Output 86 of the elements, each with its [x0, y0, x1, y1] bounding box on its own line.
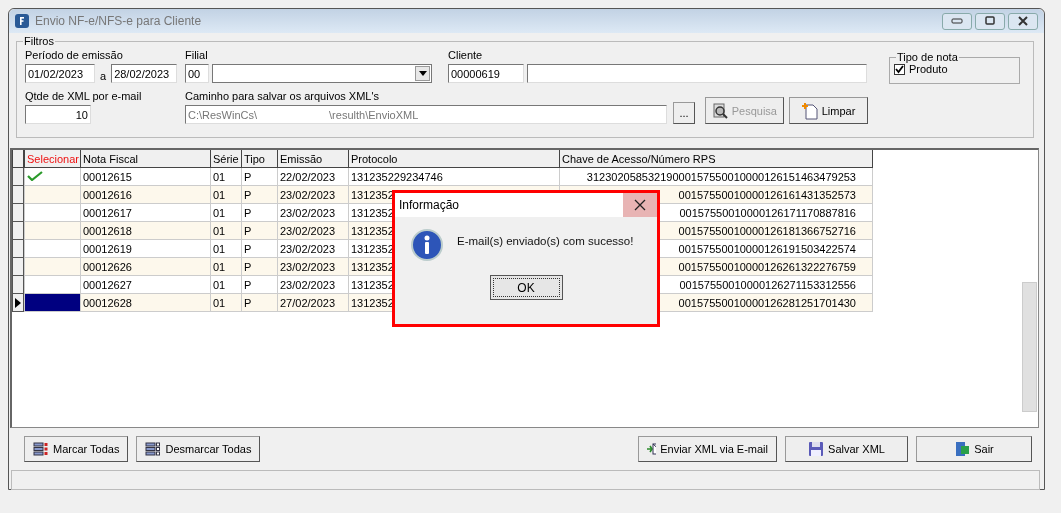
close-icon: [1017, 16, 1029, 26]
exit-door-icon: [954, 441, 971, 457]
field-label: Caminho para salvar os arquivos XML's: [185, 90, 381, 102]
row-header[interactable]: [12, 186, 24, 204]
search-icon: [712, 102, 728, 119]
row-header[interactable]: [12, 240, 24, 258]
checkbox[interactable]: [894, 63, 905, 75]
table-cell: P: [241, 275, 278, 294]
group-title: Tipo de nota: [896, 51, 959, 63]
table-cell: 31230205853219000157550010000126151463479253: [559, 167, 873, 186]
table-cell: 00012627: [80, 275, 211, 294]
checkbox-label: Produto: [909, 63, 948, 75]
table-cell: 23/02/2023: [277, 203, 349, 222]
info-icon: [411, 229, 443, 261]
table-cell: 22/02/2023: [277, 167, 349, 186]
date-field[interactable]: 01/02/2023: [25, 64, 95, 83]
row-header[interactable]: [12, 222, 24, 240]
client-name-field[interactable]: [527, 64, 867, 83]
table-cell: 23/02/2023: [277, 239, 349, 258]
field-label: Filial: [185, 49, 209, 61]
table-cell: P: [241, 203, 278, 222]
select-cell[interactable]: [24, 275, 81, 294]
column-header[interactable]: Emissão: [277, 150, 349, 168]
row-header[interactable]: [12, 204, 24, 222]
row-header[interactable]: [12, 276, 24, 294]
path-text: C:\ResWinCs\: [188, 108, 258, 123]
table-cell: 00012615: [80, 167, 211, 186]
new-page-icon: [801, 101, 818, 120]
minimize-button[interactable]: [942, 12, 972, 30]
row-header[interactable]: [12, 258, 24, 276]
branch-dropdown[interactable]: [212, 64, 432, 83]
table-cell: 01: [210, 275, 242, 294]
path-field[interactable]: C:\ResWinCs\ \resulth\EnvioXML: [185, 105, 667, 124]
close-button[interactable]: [1008, 12, 1038, 30]
client-code-field[interactable]: 00000619: [448, 64, 524, 83]
exit-button[interactable]: Sair: [916, 436, 1032, 462]
table-cell: 00012619: [80, 239, 211, 258]
column-header[interactable]: Tipo: [241, 150, 278, 168]
check-icon: [27, 170, 43, 181]
table-cell: 01: [210, 203, 242, 222]
group-title: Filtros: [23, 35, 55, 47]
ok-button[interactable]: OK: [489, 275, 563, 300]
table-cell: P: [241, 239, 278, 258]
table-cell: 01: [210, 239, 242, 258]
column-header[interactable]: Série: [210, 150, 242, 168]
column-header[interactable]: Nota Fiscal: [80, 150, 211, 168]
branch-code-field[interactable]: 00: [185, 64, 209, 83]
maximize-button[interactable]: [975, 12, 1005, 30]
app-icon: [15, 14, 29, 28]
select-cell[interactable]: [24, 167, 81, 186]
row-header[interactable]: [12, 168, 24, 186]
quantity-field[interactable]: 10: [25, 105, 91, 124]
minimize-icon: [951, 18, 963, 24]
list-icon: [145, 442, 162, 456]
browse-button[interactable]: ...: [673, 102, 695, 124]
send-email-button[interactable]: Enviar XML via E-mail: [638, 436, 777, 462]
list-icon: [33, 442, 49, 456]
clear-button[interactable]: Limpar: [789, 97, 868, 124]
close-button[interactable]: [623, 193, 657, 217]
close-icon: [634, 199, 646, 211]
field-label: Cliente: [448, 49, 484, 61]
field-label: Qtde de XML por e-mail: [25, 90, 143, 102]
select-cell[interactable]: [24, 239, 81, 258]
uncheck-all-button[interactable]: Desmarcar Todas: [136, 436, 261, 462]
select-cell[interactable]: [24, 203, 81, 222]
column-header[interactable]: Protocolo: [348, 150, 560, 168]
field-label: Período de emissão: [25, 49, 124, 61]
table-cell: 00012617: [80, 203, 211, 222]
restore-icon: [984, 16, 996, 26]
column-header[interactable]: Chave de Acesso/Número RPS: [559, 150, 873, 168]
path-text: \resulth\EnvioXML: [329, 108, 419, 123]
scrollbar[interactable]: [1022, 282, 1037, 412]
table-cell: P: [241, 167, 278, 186]
envelope-icon: [647, 443, 657, 455]
current-row-icon: [15, 297, 21, 308]
corner-header: [12, 150, 24, 168]
column-header[interactable]: Selecionar: [24, 150, 81, 168]
check-all-button[interactable]: Marcar Todas: [24, 436, 129, 462]
row-header[interactable]: [12, 294, 24, 312]
table-cell: 131235229234746: [348, 167, 560, 186]
table-cell: 01: [210, 167, 242, 186]
date-field[interactable]: 28/02/2023: [111, 64, 178, 83]
window-title: Envio NF-e/NFS-e para Cliente: [35, 14, 203, 28]
table-cell: 23/02/2023: [277, 275, 349, 294]
range-separator: a: [99, 69, 108, 82]
save-button[interactable]: Salvar XML: [785, 436, 908, 462]
